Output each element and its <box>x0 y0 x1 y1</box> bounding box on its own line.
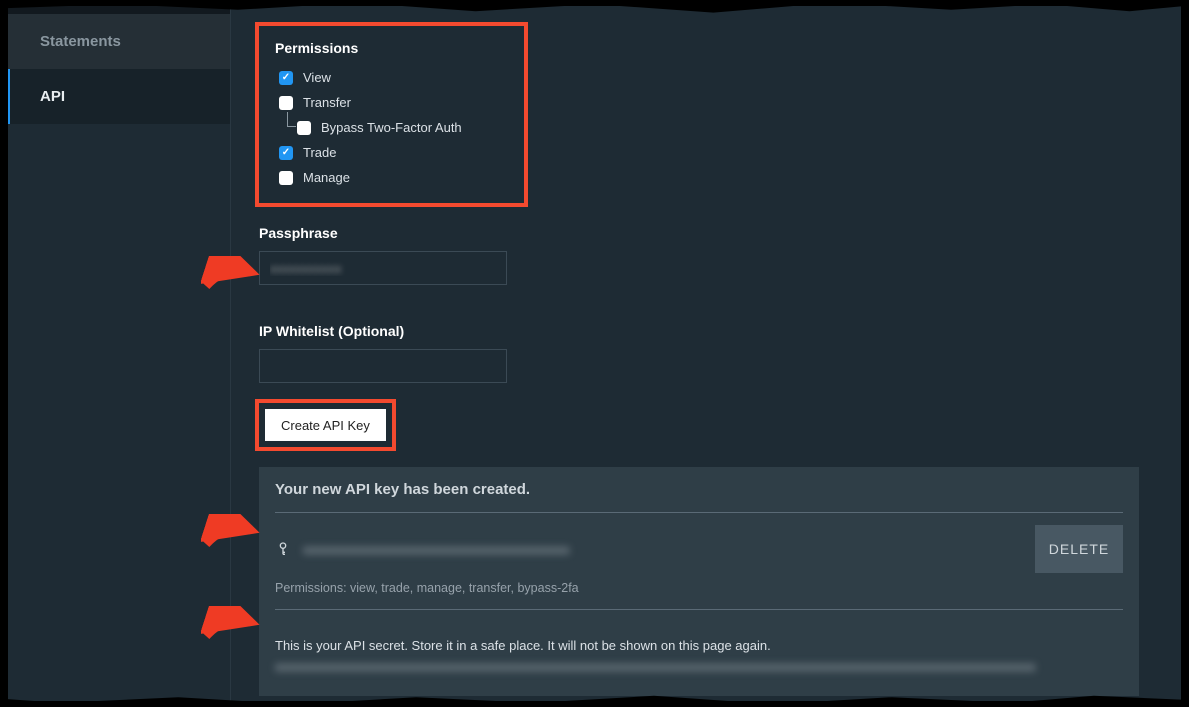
permission-manage[interactable]: Manage <box>279 170 508 185</box>
checkbox-trade[interactable] <box>279 146 293 160</box>
sidebar-item-label: Statements <box>40 33 121 50</box>
passphrase-input[interactable] <box>259 251 507 285</box>
checkbox-manage[interactable] <box>279 171 293 185</box>
checkbox-transfer[interactable] <box>279 96 293 110</box>
sidebar-item-statements[interactable]: Statements <box>6 14 230 69</box>
torn-edge-decoration <box>1181 0 1189 707</box>
divider <box>275 512 1123 513</box>
passphrase-label: Passphrase <box>259 225 1183 241</box>
permissions-title: Permissions <box>275 40 508 56</box>
result-title: Your new API key has been created. <box>275 481 1123 498</box>
api-secret-value: xxxxxxxxxxxxxxxxxxxxxxxxxxxxxxxxxxxxxxxx… <box>275 659 1123 674</box>
permission-transfer[interactable]: Transfer <box>279 95 508 110</box>
create-button-wrap: Create API Key <box>259 403 392 447</box>
api-key-left: xxxxxxxxxxxxxxxxxxxxxxxxxxxxxxxxxxxxxxxx… <box>275 538 570 560</box>
delete-api-key-button[interactable]: DELETE <box>1035 525 1123 573</box>
secret-warning: This is your API secret. Store it in a s… <box>275 638 1123 653</box>
whitelist-block: IP Whitelist (Optional) <box>259 323 1183 383</box>
sidebar: Statements API <box>6 6 231 701</box>
permission-trade[interactable]: Trade <box>279 145 508 160</box>
checkbox-view[interactable] <box>279 71 293 85</box>
permission-label: Manage <box>303 170 350 185</box>
checkbox-bypass-2fa[interactable] <box>297 121 311 135</box>
whitelist-input[interactable] <box>259 349 507 383</box>
whitelist-label: IP Whitelist (Optional) <box>259 323 1183 339</box>
permissions-section: Permissions View Transfer Bypass Two-Fac… <box>259 26 524 203</box>
sidebar-item-api[interactable]: API <box>6 69 230 124</box>
permission-label: Transfer <box>303 95 351 110</box>
sidebar-item-label: API <box>40 88 65 105</box>
api-key-result-panel: Your new API key has been created. xxxxx… <box>259 467 1139 696</box>
key-icon <box>275 538 291 560</box>
torn-edge-decoration <box>0 0 8 707</box>
result-permissions-line: Permissions: view, trade, manage, transf… <box>275 581 1123 595</box>
api-key-value: xxxxxxxxxxxxxxxxxxxxxxxxxxxxxxxxxxxxxxxx… <box>303 542 570 557</box>
permission-bypass-2fa[interactable]: Bypass Two-Factor Auth <box>297 120 508 135</box>
api-key-row: xxxxxxxxxxxxxxxxxxxxxxxxxxxxxxxxxxxxxxxx… <box>275 525 1123 573</box>
main-panel: Permissions View Transfer Bypass Two-Fac… <box>231 6 1183 701</box>
divider <box>275 609 1123 610</box>
create-api-key-button[interactable]: Create API Key <box>265 409 386 441</box>
permission-label: Trade <box>303 145 336 160</box>
permission-label: Bypass Two-Factor Auth <box>321 120 462 135</box>
permission-label: View <box>303 70 331 85</box>
passphrase-block: Passphrase <box>259 225 1183 285</box>
permission-view[interactable]: View <box>279 70 508 85</box>
app-window: Statements API Permissions View Transfer… <box>6 6 1183 701</box>
